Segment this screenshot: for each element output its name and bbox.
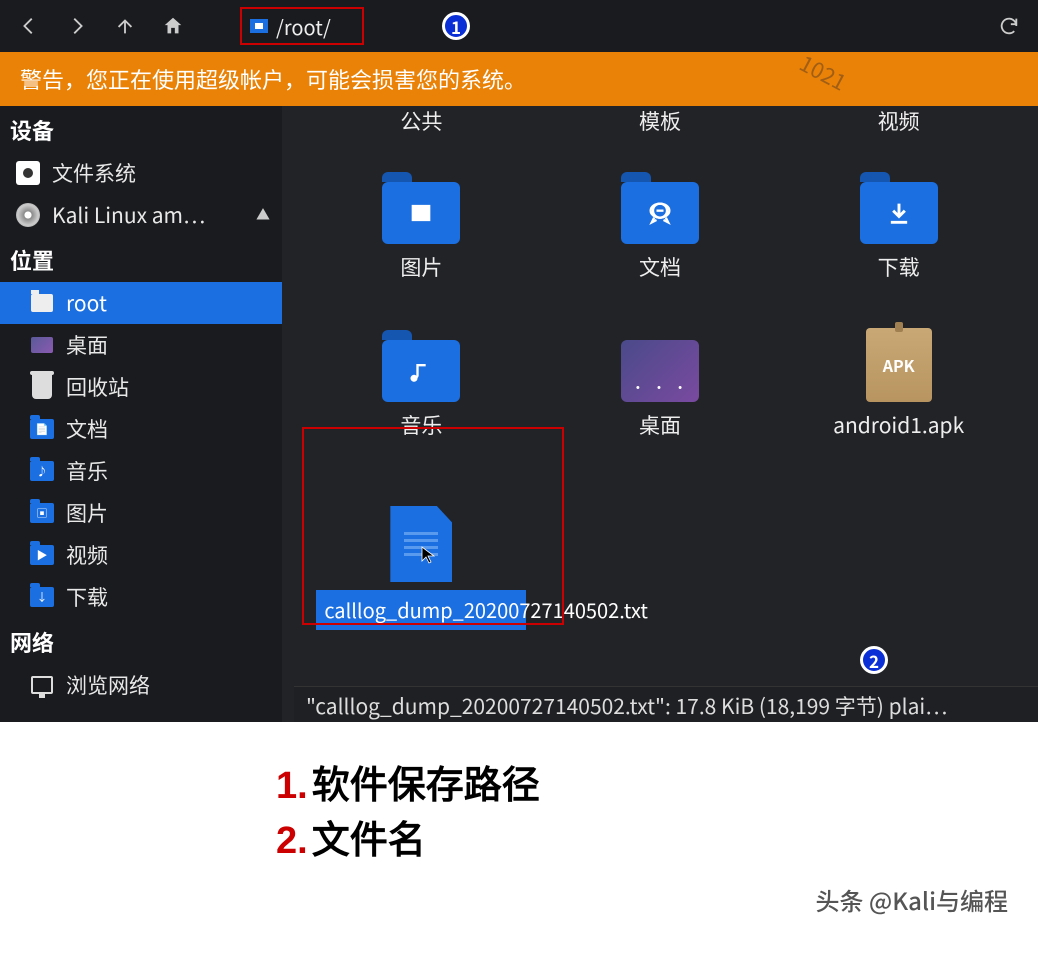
file-label: 模板	[639, 106, 681, 136]
path-text: /root/	[276, 12, 331, 41]
file-label: 公共	[400, 106, 442, 136]
sidebar-item-label: 桌面	[66, 330, 270, 360]
folder-icon: 📄	[30, 417, 54, 441]
sidebar-item-trash[interactable]: 回收站	[0, 366, 282, 408]
warning-text: 警告，您正在使用超级帐户，可能会损害您的系统。	[20, 63, 526, 95]
sidebar-item-filesystem[interactable]: 文件系统	[0, 152, 282, 194]
folder-documents-icon	[621, 182, 699, 244]
annotation-2: 2. 文件名	[276, 809, 1038, 864]
folder-icon: ♪	[30, 459, 54, 483]
annotation-text: 软件保存路径	[312, 754, 540, 809]
sidebar-item-downloads[interactable]: ↓ 下载	[0, 576, 282, 618]
folder-documents[interactable]: 文档	[541, 136, 780, 294]
sidebar-item-label: root	[66, 288, 270, 318]
path-bar[interactable]: /root/	[240, 7, 364, 45]
folder-pictures[interactable]: 图片	[302, 136, 541, 294]
body: 设备 文件系统 Kali Linux am… ▲ 位置 root 桌面 回收	[0, 106, 1038, 722]
annotation-number: 1.	[276, 765, 308, 808]
sidebar-item-label: 音乐	[66, 456, 270, 486]
path-folder-icon	[250, 19, 268, 33]
sidebar-header-network: 网络	[0, 618, 282, 664]
trash-icon	[30, 375, 54, 399]
callout-2: 2	[860, 646, 888, 674]
folder-templates[interactable]: 模板	[541, 106, 780, 136]
toolbar: /root/	[0, 0, 1038, 52]
watermark: 1021	[795, 46, 853, 97]
folder-videos[interactable]: 视频	[779, 106, 1018, 136]
desktop-icon	[30, 333, 54, 357]
reload-button[interactable]	[988, 5, 1030, 47]
disk-icon	[16, 161, 40, 185]
network-icon	[30, 673, 54, 697]
folder-music-icon	[382, 340, 460, 402]
sidebar-item-label: Kali Linux am…	[52, 200, 244, 230]
credit-text: 头条 @Kali与编程	[0, 864, 1038, 917]
forward-button[interactable]	[56, 5, 98, 47]
folder-icon: ↓	[30, 585, 54, 609]
folder-icon: ▣	[30, 501, 54, 525]
file-label: android1.apk	[833, 410, 964, 440]
folder-desktop[interactable]: 桌面	[541, 294, 780, 452]
sidebar-item-root[interactable]: root	[0, 282, 282, 324]
annotation-text: 文件名	[312, 809, 426, 864]
apk-icon: APK	[866, 328, 932, 402]
sidebar-item-label: 浏览网络	[66, 670, 270, 700]
sidebar-item-label: 下载	[66, 582, 270, 612]
sidebar-header-places: 位置	[0, 236, 282, 282]
annotation-number: 2.	[276, 820, 308, 863]
file-grid[interactable]: 公共 模板 视频 图片 文档 下载 音乐	[282, 106, 1038, 722]
folder-pictures-icon	[382, 182, 460, 244]
folder-icon: ▶	[30, 543, 54, 567]
eject-icon[interactable]: ▲	[256, 205, 270, 225]
sidebar-item-label: 视频	[66, 540, 270, 570]
sidebar-item-label: 文件系统	[52, 158, 270, 188]
status-bar: "calllog_dump_20200727140502.txt": 17.8 …	[294, 686, 1038, 722]
home-folder-icon	[30, 291, 54, 315]
sidebar-item-browse-network[interactable]: 浏览网络	[0, 664, 282, 706]
file-label: 图片	[400, 252, 442, 282]
sidebar-item-label: 回收站	[66, 372, 270, 402]
warning-banner: 警告，您正在使用超级帐户，可能会损害您的系统。 1021	[0, 52, 1038, 106]
sidebar-item-pictures[interactable]: ▣ 图片	[0, 492, 282, 534]
file-manager-window: /root/ 1 警告，您正在使用超级帐户，可能会损害您的系统。 1021 设备…	[0, 0, 1038, 722]
sidebar-item-videos[interactable]: ▶ 视频	[0, 534, 282, 576]
folder-downloads[interactable]: 下载	[779, 136, 1018, 294]
annotation-1: 1. 软件保存路径	[276, 754, 1038, 809]
desktop-folder-icon	[621, 340, 699, 402]
file-label: 文档	[639, 252, 681, 282]
cd-icon	[16, 203, 40, 227]
sidebar-item-desktop[interactable]: 桌面	[0, 324, 282, 366]
callout-2-box	[302, 427, 564, 625]
up-button[interactable]	[104, 5, 146, 47]
annotations: 1. 软件保存路径 2. 文件名	[0, 722, 1038, 864]
file-label: 下载	[878, 252, 920, 282]
back-button[interactable]	[8, 5, 50, 47]
sidebar-item-kali-disc[interactable]: Kali Linux am… ▲	[0, 194, 282, 236]
folder-public[interactable]: 公共	[302, 106, 541, 136]
sidebar: 设备 文件系统 Kali Linux am… ▲ 位置 root 桌面 回收	[0, 106, 282, 722]
sidebar-item-documents[interactable]: 📄 文档	[0, 408, 282, 450]
sidebar-header-devices: 设备	[0, 106, 282, 152]
home-button[interactable]	[152, 5, 194, 47]
file-label: 桌面	[639, 410, 681, 440]
sidebar-item-music[interactable]: ♪ 音乐	[0, 450, 282, 492]
file-label: 视频	[878, 106, 920, 136]
callout-1: 1	[442, 12, 470, 40]
file-apk[interactable]: APK android1.apk	[779, 294, 1018, 452]
sidebar-item-label: 图片	[66, 498, 270, 528]
sidebar-item-label: 文档	[66, 414, 270, 444]
folder-downloads-icon	[860, 182, 938, 244]
